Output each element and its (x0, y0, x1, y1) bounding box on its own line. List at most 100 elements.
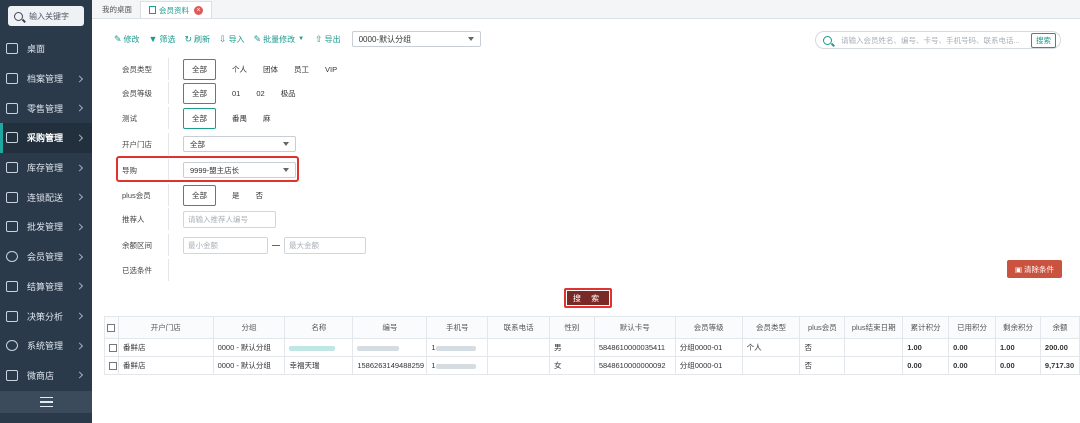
option-ma[interactable]: 麻 (263, 113, 271, 124)
sidebar: 输入关键字 桌面 档案管理 零售管理 采购管理 库存管理 连锁配送 批发管理 会… (0, 0, 92, 423)
select-all-checkbox[interactable] (104, 316, 119, 339)
sidebar-item-delivery[interactable]: 连锁配送 (0, 182, 92, 212)
option-yes[interactable]: 是 (232, 190, 240, 201)
cell-level: 分组0000-01 (674, 338, 743, 357)
column-header[interactable]: 开户门店 (117, 316, 214, 339)
global-search-button[interactable]: 搜索 (1031, 32, 1056, 48)
column-header[interactable]: 余额 (1039, 316, 1080, 339)
column-header[interactable]: 名称 (284, 316, 354, 339)
sidebar-item-archive[interactable]: 档案管理 (0, 64, 92, 94)
sidebar-item-wholesale[interactable]: 批发管理 (0, 212, 92, 242)
global-search-input[interactable]: 请输入会员姓名、编号、卡号、手机号码、联系电话... (841, 35, 1027, 46)
filter-label: 推荐人 (122, 214, 145, 224)
checkbox-icon (107, 324, 116, 332)
option-all[interactable]: 全部 (183, 107, 216, 129)
sidebar-item-purchase[interactable]: 采购管理 (0, 123, 92, 153)
sidebar-item-analysis[interactable]: 决策分析 (0, 301, 92, 331)
option-personal[interactable]: 个人 (232, 64, 247, 75)
table-header-row: 开户门店 分组 名称 编号 手机号 联系电话 性别 默认卡号 会员等级 会员类型… (104, 316, 1080, 339)
clear-conditions-button[interactable]: ▣ 清除条件 (1007, 260, 1062, 278)
row-checkbox[interactable] (104, 338, 119, 357)
filter-label: 开户门店 (122, 139, 152, 149)
max-balance-input[interactable]: 最大金额 (284, 236, 366, 254)
sidebar-item-desktop[interactable]: 桌面 (0, 34, 92, 64)
option-level-02[interactable]: 02 (256, 89, 264, 98)
analysis-icon (6, 310, 18, 322)
option-staff[interactable]: 员工 (294, 64, 309, 75)
sidebar-item-system[interactable]: 系统管理 (0, 331, 92, 361)
option-all[interactable]: 全部 (183, 58, 216, 80)
chevron-right-icon (75, 282, 84, 290)
search-button[interactable]: 搜 索 (567, 291, 609, 305)
menu-icon (39, 397, 53, 407)
column-header[interactable]: 默认卡号 (593, 316, 676, 339)
close-icon[interactable]: × (194, 5, 203, 15)
min-balance-input[interactable]: 最小金额 (183, 236, 268, 254)
column-header[interactable]: 手机号 (426, 316, 489, 339)
filter-button[interactable]: ▼ 筛选 (149, 34, 176, 45)
option-no[interactable]: 否 (256, 190, 264, 201)
table-row[interactable]: 番鲜店 0000 - 默认分组 幸福天瑞 1586263149488259 1 … (104, 356, 1080, 375)
column-header[interactable]: plus会员 (799, 316, 846, 339)
column-header[interactable]: 编号 (352, 316, 428, 339)
batch-edit-button[interactable]: ✎ 批量修改 ▼ (254, 34, 307, 45)
filter-label: 余额区间 (122, 240, 152, 250)
filter-selected: 已选条件 (114, 259, 183, 281)
column-header[interactable]: 已用积分 (948, 316, 997, 339)
group-select[interactable]: 0000-默认分组 (351, 31, 481, 47)
sidebar-item-member[interactable]: 会员管理 (0, 242, 92, 272)
tab-my-desktop[interactable]: 我的桌面 (94, 1, 140, 18)
sidebar-item-label: 系统管理 (27, 341, 64, 352)
column-header[interactable]: 累计积分 (902, 316, 950, 339)
sidebar-item-retail[interactable]: 零售管理 (0, 93, 92, 123)
column-header[interactable]: 分组 (212, 316, 286, 339)
cell-contact (487, 338, 551, 357)
column-header[interactable]: 会员等级 (674, 316, 743, 339)
cell-balance: 9,717.30 (1039, 356, 1080, 375)
toolbar: ✎ 修改 ▼ 筛选 ↻ 刷新 ⇩ 导入 ✎ 批量修改 ▼ ⇧ 导出 0000-默认分组 (114, 31, 481, 47)
option-vip[interactable]: VIP (325, 65, 337, 74)
edit-icon: ✎ (253, 33, 262, 44)
sidebar-item-shop[interactable]: 微商店 (0, 361, 92, 391)
cell-balance: 200.00 (1039, 338, 1080, 357)
export-label: 导出 (324, 34, 341, 44)
group-select-value: 0000-默认分组 (358, 34, 412, 44)
tab-member-info[interactable]: 会员资料 × (140, 1, 212, 18)
import-button[interactable]: ⇩ 导入 (219, 34, 245, 45)
sidebar-search-input[interactable]: 输入关键字 (8, 6, 84, 26)
trash-icon: ▣ (1014, 264, 1023, 274)
option-panyu[interactable]: 番禺 (232, 113, 247, 124)
cell-name[interactable]: 幸福天瑞 (284, 356, 354, 375)
column-header[interactable]: 会员类型 (741, 316, 801, 339)
option-level-premium[interactable]: 极品 (281, 88, 296, 99)
sidebar-item-settlement[interactable]: 结算管理 (0, 272, 92, 302)
store-select[interactable]: 全部 (183, 136, 296, 152)
filter-test: 测试 全部 番禺 麻 (114, 107, 287, 129)
cell-contact (487, 356, 551, 375)
search-icon (14, 11, 23, 21)
filter-icon: ▼ (148, 34, 158, 44)
sidebar-item-label: 采购管理 (27, 133, 64, 144)
column-header[interactable]: plus结束日期 (844, 316, 904, 339)
collapse-menu-button[interactable] (0, 391, 92, 413)
row-checkbox[interactable] (104, 356, 119, 375)
option-all[interactable]: 全部 (183, 82, 216, 104)
column-header[interactable]: 剩余积分 (995, 316, 1041, 339)
column-header[interactable]: 联系电话 (487, 316, 551, 339)
sidebar-item-inventory[interactable]: 库存管理 (0, 153, 92, 183)
filter-label: 筛选 (159, 34, 176, 44)
cell-plus-end (844, 338, 904, 357)
filter-label: 会员等级 (122, 88, 152, 98)
table-row[interactable]: 番鲜店 0000 - 默认分组 1 男 5848610000035411 分组0… (104, 338, 1080, 357)
column-header[interactable]: 性别 (549, 316, 595, 339)
refresh-button[interactable]: ↻ 刷新 (184, 34, 210, 45)
filter-label: 测试 (122, 113, 137, 123)
sidebar-search-placeholder: 输入关键字 (29, 11, 69, 21)
export-button[interactable]: ⇧ 导出 (315, 34, 341, 45)
option-group[interactable]: 团体 (263, 64, 278, 75)
edit-button[interactable]: ✎ 修改 (114, 34, 140, 45)
cell-plus-end (844, 356, 904, 375)
option-all[interactable]: 全部 (183, 184, 216, 206)
referrer-input[interactable]: 请输入推荐人编号 (183, 210, 276, 228)
option-level-01[interactable]: 01 (232, 89, 240, 98)
